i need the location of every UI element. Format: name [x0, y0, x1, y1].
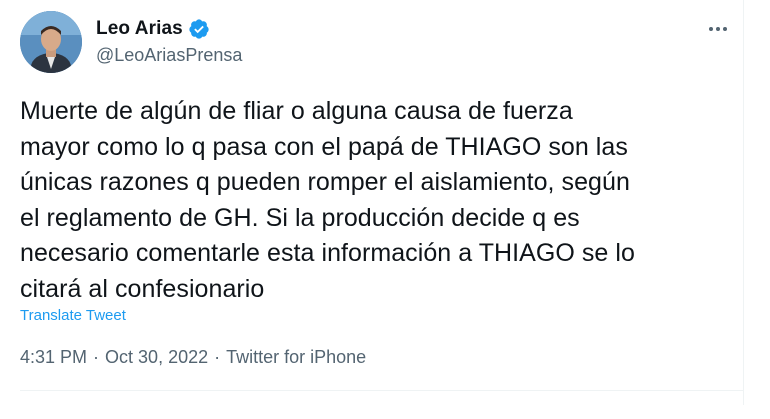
avatar[interactable]: [20, 11, 82, 73]
tweet-metadata: 4:31 PM · Oct 30, 2022 · Twitter for iPh…: [20, 347, 366, 368]
tweet-time[interactable]: 4:31 PM: [20, 347, 87, 368]
more-horizontal-icon: [709, 27, 713, 31]
author-display-name[interactable]: Leo Arias: [96, 18, 183, 40]
author-name-row[interactable]: Leo Arias: [96, 18, 210, 40]
more-horizontal-icon-dot: [716, 27, 720, 31]
author-handle[interactable]: @LeoAriasPrensa: [96, 45, 242, 66]
divider: [20, 390, 743, 391]
verified-badge-icon: [188, 18, 210, 40]
tweet-text-line: el reglamento de GH. Si la producción de…: [20, 203, 580, 232]
card-border: [743, 0, 744, 405]
tweet-source[interactable]: Twitter for iPhone: [226, 347, 366, 368]
tweet-text-line: mayor como lo q pasa con el papá de THIA…: [20, 132, 628, 161]
more-horizontal-icon-dot: [723, 27, 727, 31]
tweet-text-line: únicas razones q pueden romper el aislam…: [20, 168, 630, 197]
tweet-text-line: Muerte de algún de fliar o alguna causa …: [20, 97, 573, 125]
tweet-text-line: necesario comentarle esta información a …: [20, 239, 635, 268]
tweet-text: Muerte de algún de fliar o alguna causa …: [20, 94, 735, 308]
more-options-button[interactable]: [700, 14, 736, 44]
meta-separator: ·: [214, 347, 221, 367]
tweet-date[interactable]: Oct 30, 2022: [105, 347, 208, 368]
translate-tweet-link[interactable]: Translate Tweet: [20, 307, 126, 324]
tweet-card: Leo Arias @LeoAriasPrensa Muerte de algú…: [0, 0, 743, 419]
tweet-text-line: citará al confesionario: [20, 274, 265, 303]
meta-separator: ·: [93, 347, 100, 367]
